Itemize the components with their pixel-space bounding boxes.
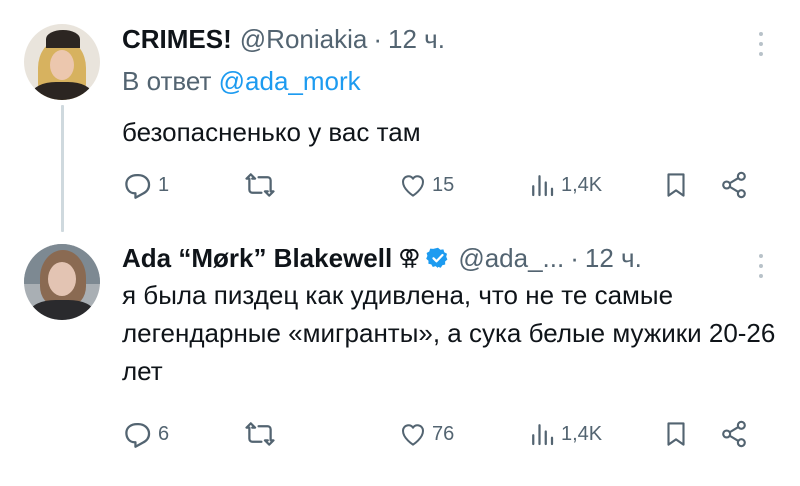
- retweet-button[interactable]: [243, 417, 277, 451]
- separator-dot: ·: [373, 23, 383, 54]
- avatar-body: [32, 82, 92, 100]
- like-button[interactable]: 15: [398, 168, 454, 202]
- views-count: 1,4K: [561, 422, 603, 445]
- tweet-text: безопасненько у вас там: [122, 117, 421, 147]
- reply-count: 1: [158, 173, 170, 196]
- bookmark-icon: [667, 422, 685, 446]
- reply-icon: [125, 422, 151, 448]
- reply-icon: [125, 173, 151, 199]
- thread-line: [61, 105, 64, 232]
- avatar[interactable]: [24, 244, 100, 320]
- bookmark-button[interactable]: [661, 417, 691, 451]
- views-count: 1,4K: [561, 173, 603, 196]
- share-icon: [722, 171, 746, 199]
- retweet-icon: [245, 422, 275, 446]
- retweet-button[interactable]: [243, 168, 277, 202]
- display-name[interactable]: Ada “Mørk” Blakewell: [122, 243, 392, 274]
- share-button[interactable]: [718, 417, 750, 451]
- reply-prefix: В ответ: [122, 66, 212, 96]
- bookmark-button[interactable]: [661, 168, 691, 202]
- tweet-header: CRIMES! @Roniakia · 12 ч.: [122, 24, 445, 54]
- sapphic-symbol-icon: ⚢: [398, 245, 421, 270]
- tweet[interactable]: Ada “Mørk” Blakewell ⚢ @ada_... · 12 ч. …: [0, 222, 800, 486]
- action-bar: 1 15 1,4K: [0, 168, 800, 202]
- user-handle[interactable]: @ada_...: [458, 243, 564, 274]
- share-icon: [722, 420, 746, 448]
- tweet-header: Ada “Mørk” Blakewell ⚢ @ada_... · 12 ч.: [122, 243, 642, 273]
- views-button[interactable]: 1,4K: [527, 417, 602, 451]
- views-button[interactable]: 1,4K: [527, 168, 602, 202]
- tweet[interactable]: CRIMES! @Roniakia · 12 ч. В ответ @ada_m…: [0, 0, 800, 222]
- like-button[interactable]: 76: [398, 417, 454, 451]
- reply-button[interactable]: 1: [120, 168, 169, 202]
- reply-mention-link[interactable]: @ada_mork: [219, 66, 361, 96]
- user-handle[interactable]: @Roniakia: [240, 24, 368, 55]
- like-count: 15: [432, 173, 455, 196]
- avatar[interactable]: [24, 24, 100, 100]
- timestamp[interactable]: 12 ч.: [585, 243, 642, 274]
- retweet-icon: [245, 173, 275, 197]
- bookmark-icon: [667, 173, 685, 197]
- avatar-body: [30, 300, 94, 320]
- views-icon: [532, 175, 554, 197]
- reply-count: 6: [158, 422, 170, 445]
- reply-button[interactable]: 6: [120, 417, 169, 451]
- like-icon: [402, 424, 424, 446]
- more-options-icon[interactable]: [758, 32, 764, 60]
- like-count: 76: [432, 422, 455, 445]
- share-button[interactable]: [718, 168, 750, 202]
- tweet-text: я была пиздец как удивлена, что не те са…: [122, 280, 776, 386]
- avatar-ears: [46, 30, 80, 48]
- display-name[interactable]: CRIMES!: [122, 24, 232, 55]
- verified-badge-icon: [426, 247, 448, 268]
- avatar-face: [48, 262, 76, 296]
- timestamp[interactable]: 12 ч.: [388, 24, 445, 55]
- avatar-face: [50, 50, 74, 80]
- views-icon: [532, 424, 554, 446]
- like-icon: [402, 175, 424, 197]
- action-bar: 6 76 1,4K: [0, 417, 800, 451]
- reply-context: В ответ @ada_mork: [122, 66, 361, 97]
- separator-dot: ·: [570, 242, 579, 273]
